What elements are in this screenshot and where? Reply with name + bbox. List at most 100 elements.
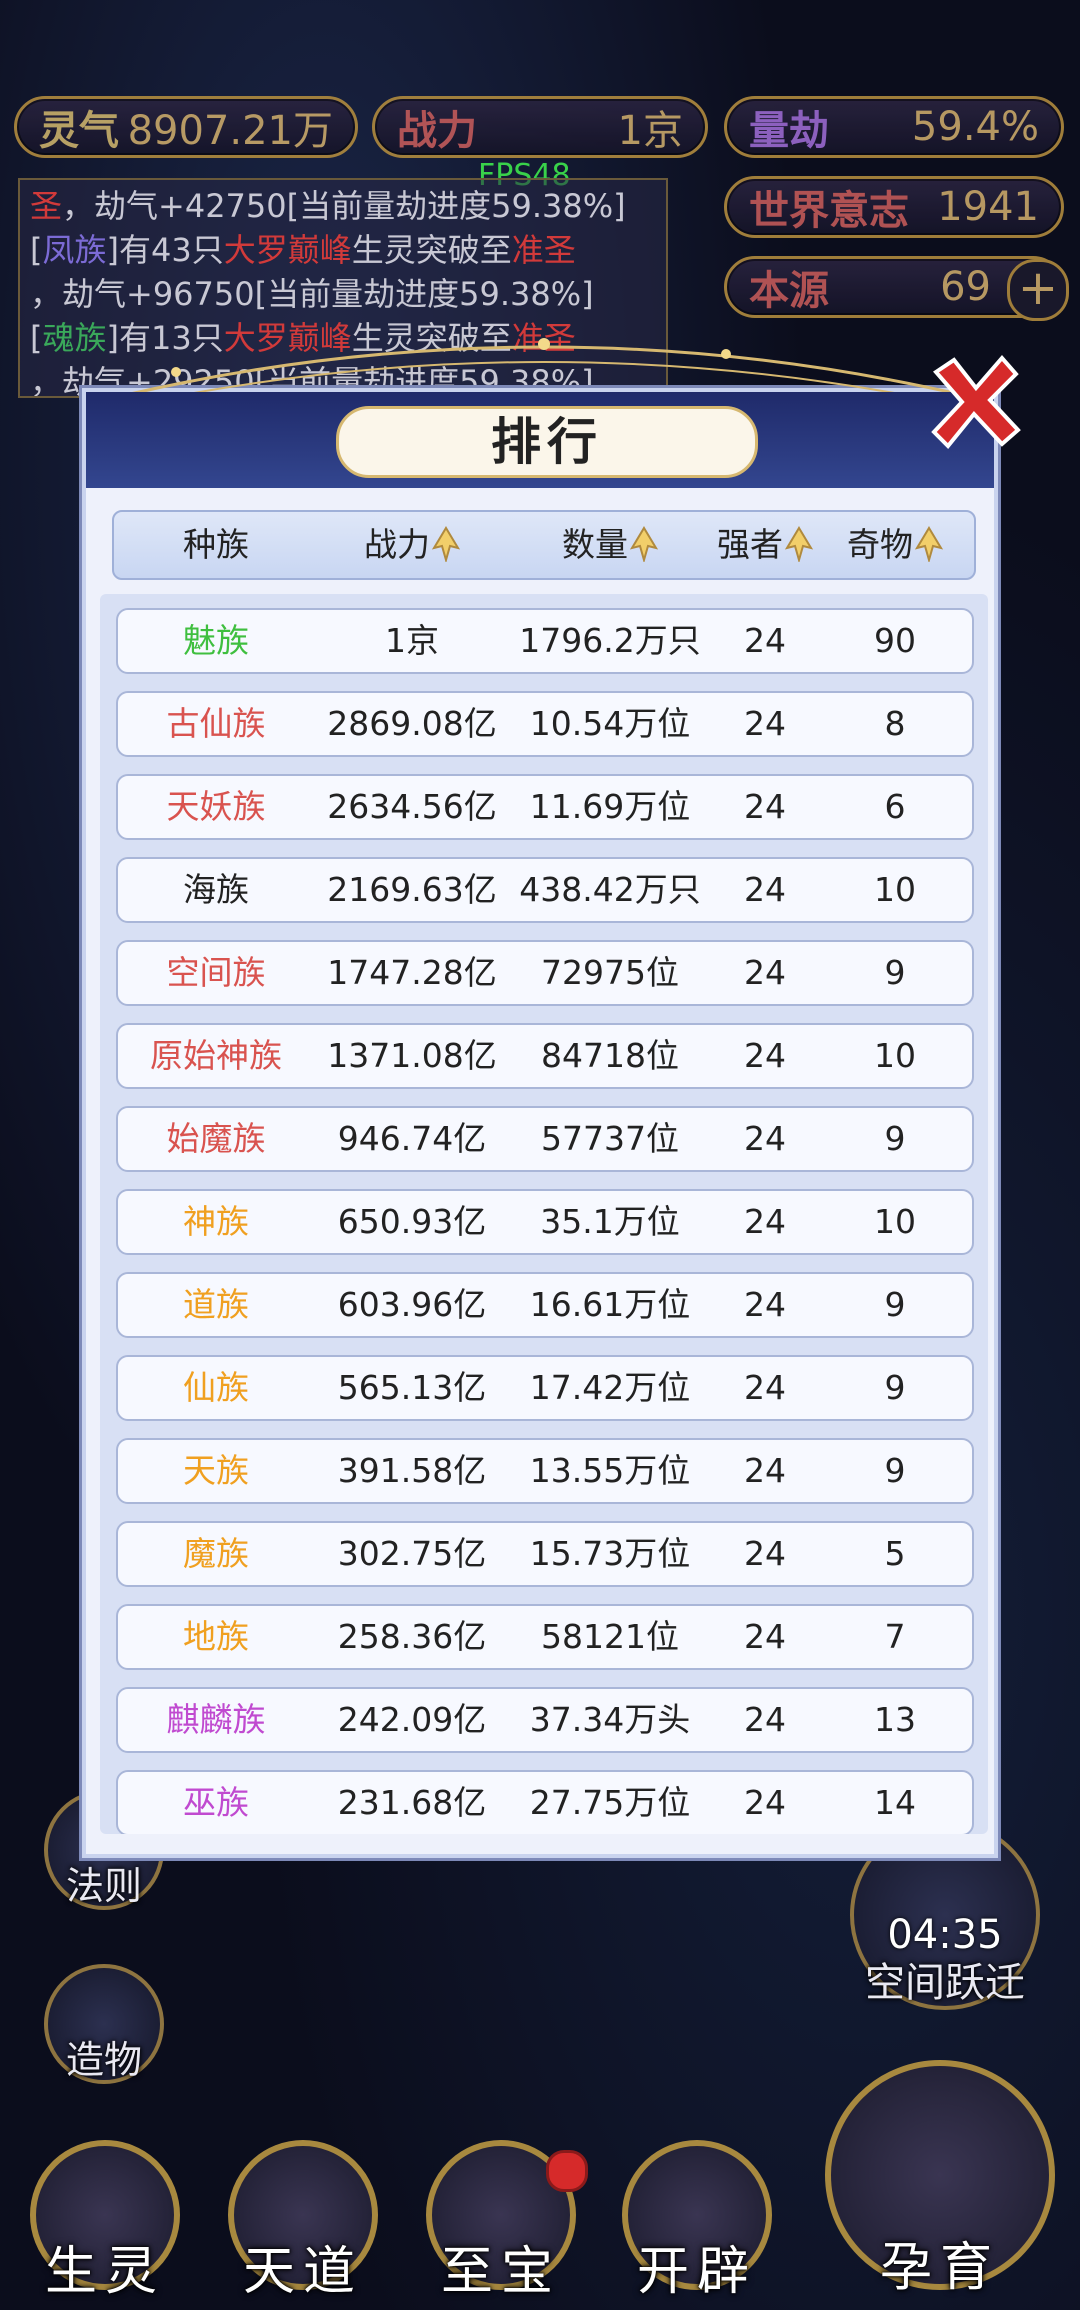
zao-wu-button[interactable]: 造物 — [44, 1964, 164, 2084]
cell-power: 650.93亿 — [337, 1202, 487, 1241]
cell-items: 10 — [874, 1036, 916, 1075]
source-label: 本源 — [749, 268, 829, 314]
table-row[interactable]: 天妖族 2634.56亿 11.69万位 24 6 — [116, 774, 974, 840]
table-row[interactable]: 空间族 1747.28亿 72975位 24 9 — [116, 940, 974, 1006]
cell-count: 438.42万只 — [519, 870, 701, 909]
cell-name: 天族 — [183, 1451, 249, 1490]
sort-arrow-icon[interactable] — [785, 526, 813, 562]
tian-dao-button[interactable]: 天道 — [218, 2140, 388, 2310]
cell-count: 11.69万位 — [529, 787, 691, 826]
cell-count: 1796.2万只 — [519, 621, 701, 660]
cell-items: 10 — [874, 870, 916, 909]
cell-strong: 24 — [744, 1202, 786, 1241]
sheng-ling-button[interactable]: 生灵 — [20, 2140, 190, 2310]
sort-arrow-icon[interactable] — [630, 526, 658, 562]
log-fragment: ，劫气+42750[当前量劫进度59.38%] — [62, 187, 626, 225]
log-line: [凤族]有43只大罗巅峰生灵突破至准圣 — [30, 228, 656, 272]
cell-count: 84718位 — [541, 1036, 679, 1075]
log-fragment: ]有43只 — [106, 231, 224, 269]
column-header-count[interactable]: 数量 — [510, 512, 710, 578]
cell-count: 57737位 — [541, 1119, 679, 1158]
column-header-label: 奇物 — [847, 525, 913, 564]
log-fragment: [ — [30, 319, 43, 357]
cell-items: 9 — [884, 1451, 906, 1490]
log-fragment: 准圣 — [511, 231, 576, 269]
table-row[interactable]: 原始神族 1371.08亿 84718位 24 10 — [116, 1023, 974, 1089]
table-row[interactable]: 海族 2169.63亿 438.42万只 24 10 — [116, 857, 974, 923]
column-header-items[interactable]: 奇物 — [820, 512, 970, 578]
modal-header: 排行 — [86, 392, 994, 488]
log-line: ，劫气+96750[当前量劫进度59.38%] — [30, 272, 656, 316]
source-counter: 本源 69 + — [724, 256, 1069, 321]
column-header-power[interactable]: 战力 — [314, 512, 510, 578]
cell-power: 1京 — [385, 621, 439, 660]
cell-items: 14 — [874, 1783, 916, 1822]
sort-arrow-icon[interactable] — [915, 526, 943, 562]
table-row[interactable]: 始魔族 946.74亿 57737位 24 9 — [116, 1106, 974, 1172]
cell-count: 16.61万位 — [529, 1285, 691, 1324]
cell-power: 2634.56亿 — [327, 787, 497, 826]
cell-power: 242.09亿 — [337, 1700, 487, 1739]
cell-name: 道族 — [183, 1285, 249, 1324]
modal-title: 排行 — [336, 406, 758, 478]
cell-strong: 24 — [744, 1451, 786, 1490]
table-row[interactable]: 天族 391.58亿 13.55万位 24 9 — [116, 1438, 974, 1504]
cell-name: 魅族 — [183, 621, 249, 660]
lingqi-value: 8907.21万 — [127, 108, 333, 154]
yun-yu-label: 孕育 — [879, 2238, 1000, 2298]
cell-name: 仙族 — [183, 1368, 249, 1407]
log-fragment: 凤族 — [42, 231, 107, 269]
yun-yu-button[interactable]: 孕育 — [820, 2060, 1060, 2310]
cell-items: 5 — [884, 1534, 906, 1573]
cell-count: 10.54万位 — [529, 704, 691, 743]
notification-dot — [546, 2150, 588, 2192]
table-row[interactable]: 神族 650.93亿 35.1万位 24 10 — [116, 1189, 974, 1255]
cell-count: 72975位 — [541, 953, 679, 992]
sheng-ling-label: 生灵 — [44, 2242, 165, 2302]
log-fragment: [ — [30, 231, 43, 269]
cell-items: 7 — [884, 1617, 906, 1656]
cell-count: 17.42万位 — [529, 1368, 691, 1407]
table-row[interactable]: 道族 603.96亿 16.61万位 24 9 — [116, 1272, 974, 1338]
cell-items: 90 — [874, 621, 916, 660]
table-row[interactable]: 地族 258.36亿 58121位 24 7 — [116, 1604, 974, 1670]
table-row[interactable]: 魅族 1京 1796.2万只 24 90 — [116, 608, 974, 674]
table-row[interactable]: 仙族 565.13亿 17.42万位 24 9 — [116, 1355, 974, 1421]
world-will-counter: 世界意志 1941 — [724, 176, 1064, 238]
sort-arrow-icon[interactable] — [432, 526, 460, 562]
zao-wu-label: 造物 — [65, 2038, 142, 2082]
cell-strong: 24 — [744, 870, 786, 909]
cell-strong: 24 — [744, 787, 786, 826]
cell-items: 9 — [884, 1368, 906, 1407]
kai-pi-button[interactable]: 开辟 — [612, 2140, 782, 2310]
zhi-bao-button[interactable]: 至宝 — [416, 2140, 588, 2310]
cell-name: 古仙族 — [166, 704, 266, 743]
cell-power: 946.74亿 — [337, 1119, 487, 1158]
ranking-list[interactable]: 魅族 1京 1796.2万只 24 90 古仙族 2869.08亿 10.54万位 24 8 天妖族… — [100, 594, 988, 1834]
cell-name: 天妖族 — [166, 787, 266, 826]
table-row[interactable]: 巫族 231.68亿 27.75万位 24 14 — [116, 1770, 974, 1834]
space-jump-label: 空间跃迁 — [865, 1960, 1025, 2006]
cell-power: 2169.63亿 — [327, 870, 497, 909]
column-header-label: 强者 — [717, 525, 783, 564]
table-row[interactable]: 魔族 302.75亿 15.73万位 24 5 — [116, 1521, 974, 1587]
cell-count: 15.73万位 — [529, 1534, 691, 1573]
world-will-value: 1941 — [937, 184, 1039, 230]
column-header-race: 种族 — [118, 512, 314, 578]
close-icon[interactable] — [924, 352, 1024, 452]
cell-strong: 24 — [744, 1617, 786, 1656]
table-row[interactable]: 古仙族 2869.08亿 10.54万位 24 8 — [116, 691, 974, 757]
cell-name: 魔族 — [183, 1534, 249, 1573]
table-row[interactable]: 麒麟族 242.09亿 37.34万头 24 13 — [116, 1687, 974, 1753]
add-source-button[interactable]: + — [1007, 259, 1069, 321]
cell-count: 27.75万位 — [529, 1783, 691, 1822]
column-header-strong[interactable]: 强者 — [710, 512, 820, 578]
world-will-label: 世界意志 — [749, 188, 909, 234]
cell-items: 9 — [884, 1285, 906, 1324]
cell-items: 9 — [884, 953, 906, 992]
lingqi-label: 灵气 — [39, 108, 119, 154]
cell-strong: 24 — [744, 704, 786, 743]
cell-power: 391.58亿 — [337, 1451, 487, 1490]
zhanli-label: 战力 — [397, 108, 477, 154]
log-fragment: 生灵突破至 — [351, 231, 512, 269]
